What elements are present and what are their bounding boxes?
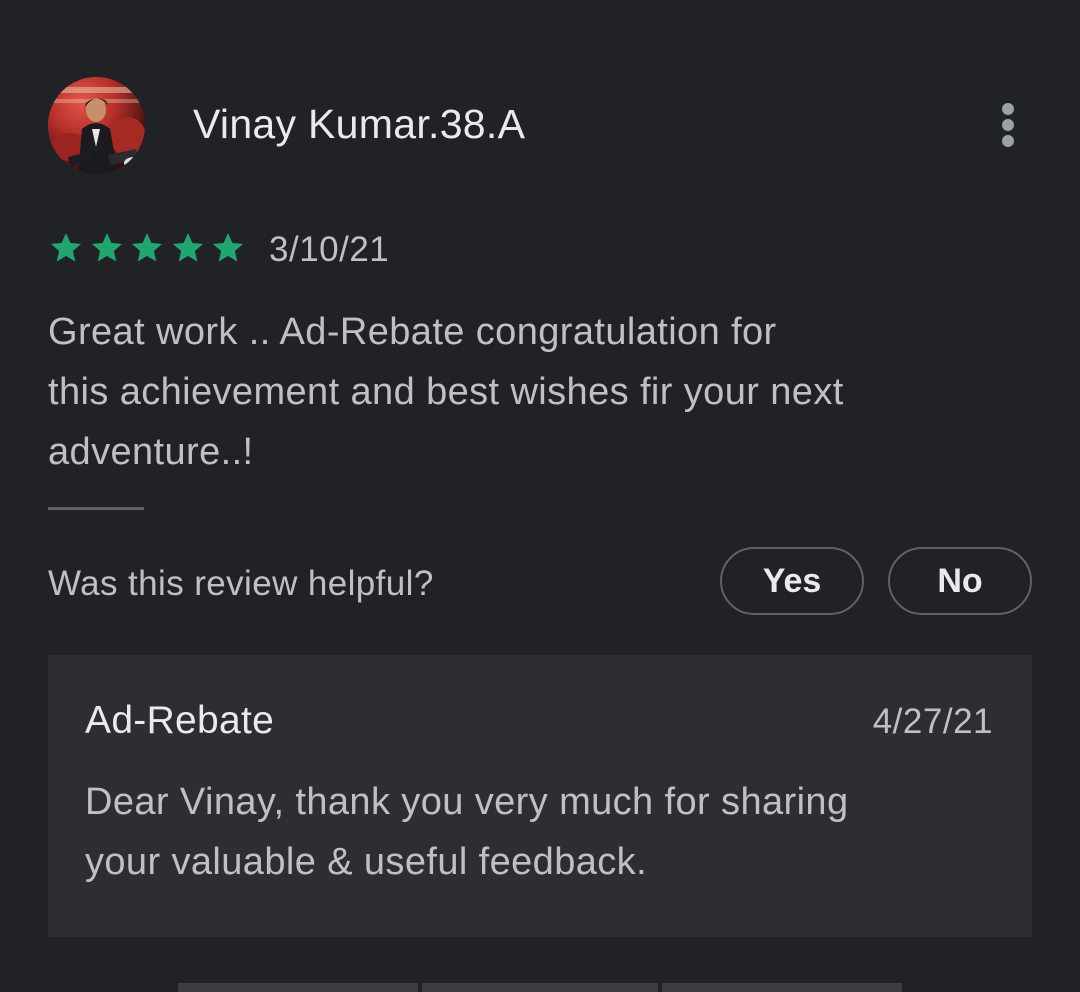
next-review-segment: [178, 983, 418, 992]
star-icon: [132, 233, 162, 262]
star-icon: [51, 233, 81, 262]
divider: [48, 507, 144, 510]
review-text-line: Great work .. Ad-Rebate congratulation f…: [48, 311, 777, 353]
reply-text: Dear Vinay, thank you very much for shar…: [85, 772, 1005, 892]
review-text: Great work .. Ad-Rebate congratulation f…: [48, 302, 1008, 482]
helpful-question: Was this review helpful?: [48, 564, 434, 603]
review-date: 3/10/21: [269, 230, 390, 269]
reply-text-line: Dear Vinay, thank you very much for shar…: [85, 781, 849, 823]
review-text-line: this achievement and best wishes fir you…: [48, 371, 844, 413]
more-options-button[interactable]: [992, 99, 1024, 151]
developer-name: Ad-Rebate: [85, 699, 275, 742]
star-icon: [91, 233, 122, 262]
developer-reply: Ad-Rebate 4/27/21 Dear Vinay, thank you …: [48, 655, 1032, 937]
yes-button[interactable]: Yes: [720, 547, 864, 615]
next-review-edge: [178, 983, 902, 992]
no-button[interactable]: No: [888, 547, 1032, 615]
star-icon: [213, 233, 243, 262]
reply-text-line: your valuable & useful feedback.: [85, 841, 648, 883]
reply-date: 4/27/21: [872, 702, 993, 741]
review-card: Vinay Kumar.38.A 3/10/21 Great work .. A…: [0, 0, 1080, 992]
review-text-line: adventure..!: [48, 431, 254, 473]
avatar[interactable]: [48, 77, 145, 174]
star-rating: [48, 228, 248, 268]
rating-row: 3/10/21: [48, 228, 648, 269]
reviewer-name: Vinay Kumar.38.A: [193, 101, 526, 147]
star-icon: [172, 233, 203, 262]
next-review-segment: [422, 983, 658, 992]
helpful-row: Was this review helpful? Yes No: [48, 547, 1032, 619]
avatar-photo-icon: [48, 77, 145, 174]
review-header: Vinay Kumar.38.A: [48, 77, 1038, 174]
next-review-segment: [662, 983, 902, 992]
